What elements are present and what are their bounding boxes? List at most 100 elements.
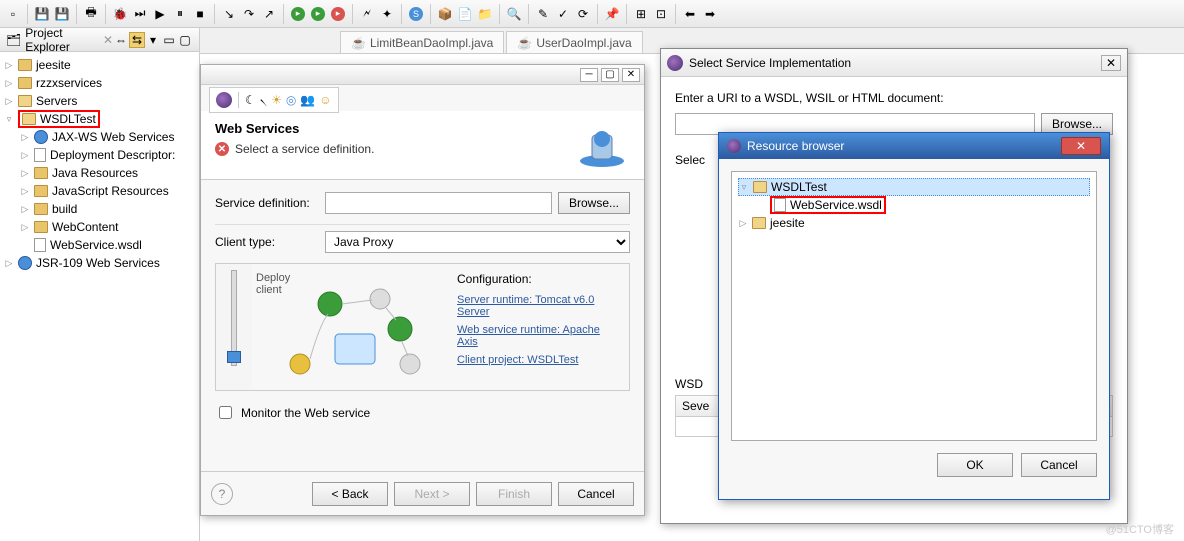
client-type-select[interactable]: Java Proxy — [325, 231, 630, 253]
maximize-icon[interactable]: ▢ — [177, 32, 193, 48]
tree-item-rzzxservices[interactable]: ▷rzzxservices — [0, 74, 199, 92]
search-icon[interactable]: 🔍 — [505, 5, 523, 23]
step-icon[interactable]: ↘ — [220, 5, 238, 23]
tree-item-javascript-resources[interactable]: ▷JavaScript Resources — [0, 182, 199, 200]
save-icon[interactable]: 💾 — [33, 5, 51, 23]
package-icon[interactable]: 📦 — [436, 5, 454, 23]
expander-icon[interactable]: ▷ — [4, 258, 14, 269]
resource-item-wsdltest[interactable]: ▿WSDLTest — [738, 178, 1090, 196]
close-button[interactable]: ✕ — [622, 68, 640, 82]
expander-icon[interactable]: ▷ — [738, 218, 748, 229]
tree-item-deployment-descriptor-[interactable]: ▷Deployment Descriptor: — [0, 146, 199, 164]
people-icon[interactable]: 👥 — [300, 93, 315, 107]
file-icon — [34, 148, 46, 162]
finish-button[interactable]: Finish — [476, 482, 552, 506]
new-server-icon[interactable]: 🗲 — [358, 5, 376, 23]
cancel-button[interactable]: Cancel — [558, 482, 634, 506]
nav-fwd-icon[interactable]: ➡ — [701, 5, 719, 23]
expander-icon[interactable]: ▿ — [739, 182, 749, 193]
ext-tools-icon[interactable]: ▸ — [329, 5, 347, 23]
project-tree[interactable]: ▷jeesite▷rzzxservices▷Servers▿WSDLTest▷J… — [0, 52, 199, 276]
back-button[interactable]: < Back — [312, 482, 388, 506]
cfg-server-runtime-link[interactable]: Server runtime: Tomcat v6.0 Server — [457, 294, 621, 318]
tree-item-webservice-wsdl[interactable]: WebService.wsdl — [0, 236, 199, 254]
debug-dropdown-icon[interactable]: ▸ — [309, 5, 327, 23]
tab-userdaoimpl[interactable]: ☕ UserDaoImpl.java — [506, 31, 642, 53]
close-button[interactable]: ✕ — [1101, 55, 1121, 71]
tree-item-jsr-109-web-services[interactable]: ▷JSR-109 Web Services — [0, 254, 199, 272]
resource-item-jeesite[interactable]: ▷jeesite — [738, 214, 1090, 232]
wand-icon[interactable]: ৲ — [260, 90, 267, 110]
annotate-icon[interactable]: ✎ — [534, 5, 552, 23]
tree-item-servers[interactable]: ▷Servers — [0, 92, 199, 110]
expander-icon[interactable]: ▷ — [20, 168, 30, 179]
pin-icon[interactable]: 📌 — [603, 5, 621, 23]
refresh-icon[interactable]: ⟳ — [574, 5, 592, 23]
save-all-icon[interactable]: 💾 — [53, 5, 71, 23]
task-icon[interactable]: ✓ — [554, 5, 572, 23]
skip-icon[interactable]: ⏭ — [131, 5, 149, 23]
expander-icon[interactable]: ▷ — [20, 186, 30, 197]
monitor-checkbox[interactable] — [219, 406, 232, 419]
tree-item-jeesite[interactable]: ▷jeesite — [0, 56, 199, 74]
target-icon[interactable]: ◎ — [286, 93, 296, 107]
tree-item-java-resources[interactable]: ▷Java Resources — [0, 164, 199, 182]
folder-icon[interactable]: 📁 — [476, 5, 494, 23]
browse-service-button[interactable]: Browse... — [558, 192, 630, 214]
close-button[interactable]: ✕ — [1061, 137, 1101, 155]
expander-icon[interactable]: ▷ — [20, 150, 30, 161]
ok-button[interactable]: OK — [937, 453, 1013, 477]
pause-icon[interactable]: ⏸ — [171, 5, 189, 23]
resume-icon[interactable]: ▶ — [151, 5, 169, 23]
folder-icon — [752, 217, 766, 229]
open-type-icon[interactable]: ⊞ — [632, 5, 650, 23]
print-icon[interactable]: 🖶 — [82, 5, 100, 23]
tree-item-label: JAX-WS Web Services — [52, 130, 174, 144]
deploy-slider[interactable] — [231, 270, 237, 366]
cancel-button[interactable]: Cancel — [1021, 453, 1097, 477]
new-ws-icon[interactable]: ✦ — [378, 5, 396, 23]
expander-icon[interactable]: ▷ — [4, 96, 14, 107]
nav-back-icon[interactable]: ⬅ — [681, 5, 699, 23]
service-def-input[interactable] — [325, 192, 552, 214]
expander-icon[interactable]: ▿ — [4, 114, 14, 125]
stop-icon[interactable]: ■ — [191, 5, 209, 23]
minimize-icon[interactable]: ▭ — [161, 32, 177, 48]
step-over-icon[interactable]: ↷ — [240, 5, 258, 23]
next-button[interactable]: Next > — [394, 482, 470, 506]
close-view-icon[interactable]: ✕ — [103, 33, 113, 47]
cfg-ws-runtime-link[interactable]: Web service runtime: Apache Axis — [457, 324, 621, 348]
help-button[interactable]: ? — [211, 483, 233, 505]
view-menu-icon[interactable]: ▾ — [145, 32, 161, 48]
step-out-icon[interactable]: ↗ — [260, 5, 278, 23]
expander-icon[interactable]: ▷ — [20, 204, 30, 215]
moon-icon[interactable]: ☾ — [245, 93, 256, 107]
link-editor-icon[interactable]: ⇆ — [129, 32, 145, 48]
file-icon — [774, 198, 786, 212]
expander-icon[interactable]: ▷ — [20, 222, 30, 233]
tab-limitbeandao[interactable]: ☕ LimitBeanDaoImpl.java — [340, 31, 504, 53]
debug-icon[interactable]: 🐞 — [111, 5, 129, 23]
expander-icon[interactable]: ▷ — [20, 132, 30, 143]
resource-item-webservice-wsdl[interactable]: WebService.wsdl — [738, 196, 1090, 214]
open-task-icon[interactable]: ⊡ — [652, 5, 670, 23]
earth-icon[interactable]: S — [407, 5, 425, 23]
collapse-all-icon[interactable]: ⇔ — [113, 32, 129, 48]
type-icon[interactable]: 📄 — [456, 5, 474, 23]
maximize-button[interactable]: ▢ — [601, 68, 619, 82]
expander-icon[interactable]: ▷ — [4, 60, 14, 71]
sun-icon[interactable]: ☀ — [271, 93, 282, 107]
tree-item-wsdltest[interactable]: ▿WSDLTest — [0, 110, 199, 128]
run-dropdown-icon[interactable]: ▸ — [289, 5, 307, 23]
java-file-icon: ☕ — [517, 36, 532, 50]
tree-item-jax-ws-web-services[interactable]: ▷ JAX-WS Web Services — [0, 128, 199, 146]
cfg-client-project-link[interactable]: Client project: WSDLTest — [457, 354, 621, 366]
smiley-icon[interactable]: ☺ — [319, 93, 331, 107]
minimize-button[interactable]: ─ — [580, 68, 598, 82]
resource-tree[interactable]: ▿WSDLTestWebService.wsdl▷jeesite — [731, 171, 1097, 441]
new-icon[interactable]: ▫ — [4, 5, 22, 23]
tree-item-webcontent[interactable]: ▷WebContent — [0, 218, 199, 236]
tree-item-build[interactable]: ▷build — [0, 200, 199, 218]
expander-icon[interactable]: ▷ — [4, 78, 14, 89]
wizard-title: Web Services — [215, 121, 574, 136]
